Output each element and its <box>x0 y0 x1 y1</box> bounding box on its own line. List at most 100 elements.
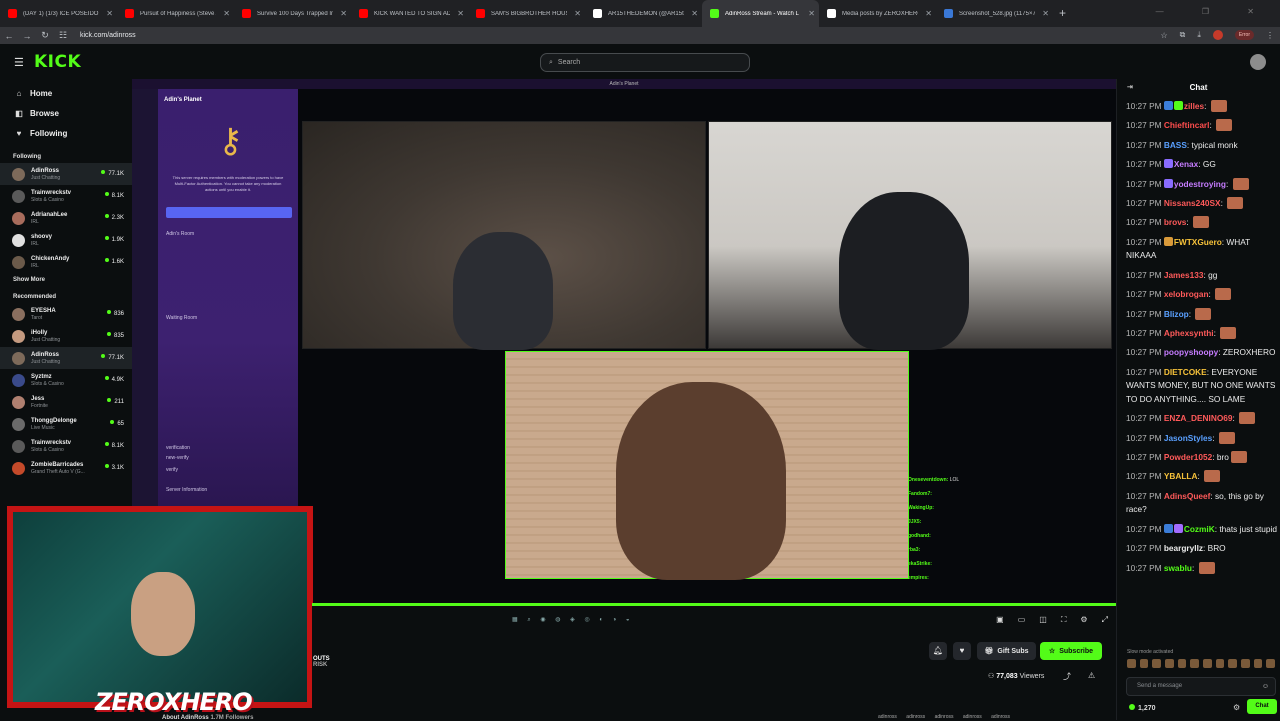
emote[interactable] <box>1228 659 1238 668</box>
tab-close-icon[interactable]: ✕ <box>106 9 113 18</box>
chat-username[interactable]: James133 <box>1164 270 1204 280</box>
follow-button[interactable]: ♥ <box>953 642 971 660</box>
tab-close-icon[interactable]: ✕ <box>808 9 815 18</box>
emote[interactable] <box>1203 659 1212 668</box>
sidebar-channel[interactable]: EYESHA Tarot 836 <box>0 303 132 325</box>
sidebar-nav-following[interactable]: ♥ Following <box>0 123 132 143</box>
tab-close-icon[interactable]: ✕ <box>691 9 698 18</box>
pip-icon[interactable]: ◫ <box>1039 615 1047 625</box>
emote[interactable] <box>1177 659 1187 668</box>
chat-username[interactable]: Powder1052 <box>1164 452 1212 462</box>
extensions-icon[interactable]: ⧉ <box>1180 30 1186 40</box>
social-links[interactable]: adinross adinross adinross adinross adin… <box>878 714 1010 720</box>
error-badge[interactable]: Error <box>1234 30 1254 40</box>
user-avatar[interactable] <box>1250 54 1266 70</box>
notifications-button[interactable]: 🔔︎ <box>929 642 947 660</box>
chat-settings-icon[interactable]: ⚙ <box>1233 703 1240 712</box>
emote[interactable] <box>1152 659 1162 668</box>
sidebar-channel[interactable]: Jess Fortnite 211 <box>0 391 132 413</box>
menu-icon[interactable]: ⋮ <box>1266 31 1274 40</box>
new-tab-icon[interactable]: + <box>1059 0 1066 27</box>
back-icon[interactable]: ← <box>0 31 18 41</box>
report-icon[interactable]: ⚠ <box>1088 671 1095 680</box>
chat-username[interactable]: yodestroying <box>1174 179 1226 189</box>
chat-username[interactable]: beargryllz <box>1164 543 1203 553</box>
url-field[interactable]: kick.com/adinross <box>80 32 136 39</box>
sidebar-channel[interactable]: Syztmz Slots & Casino 4.9K <box>0 369 132 391</box>
sidebar-channel[interactable]: Trainwreckstv Slots & Casino 8.1K <box>0 185 132 207</box>
sidebar-channel[interactable]: Trainwreckstv Slots & Casino 8.1K <box>0 435 132 457</box>
chat-username[interactable]: BASS <box>1164 140 1187 150</box>
chat-username[interactable]: Nissans240SX <box>1164 198 1221 208</box>
sidebar-channel[interactable]: ChickenAndy IRL 1.6K <box>0 251 132 273</box>
sidebar-channel[interactable]: AdinRoss Just Chatting 77.1K <box>0 163 132 185</box>
browser-tab[interactable]: SAM'S BIGBROTHER HOUSE & ✕ <box>468 0 585 27</box>
emote-bar[interactable] <box>1127 659 1276 669</box>
chat-send-button[interactable]: Chat <box>1247 699 1277 714</box>
chat-username[interactable]: xelobrogan <box>1164 289 1209 299</box>
site-info-icon[interactable]: ☷ <box>54 30 72 41</box>
tab-close-icon[interactable]: ✕ <box>457 9 464 18</box>
profile-avatar[interactable] <box>1212 30 1223 40</box>
chat-username[interactable]: Chieftincarl <box>1164 120 1210 130</box>
browser-tab[interactable]: Screenshot_528.jpg (1175×707) ✕ <box>936 0 1053 27</box>
chat-username[interactable]: zilles <box>1184 101 1204 111</box>
emote[interactable] <box>1165 659 1174 668</box>
sidebar-channel[interactable]: AdrianahLee IRL 2.3K <box>0 207 132 229</box>
sidebar-nav-browse[interactable]: ◧ Browse <box>0 103 132 123</box>
subscribe-button[interactable]: ☆ Subscribe <box>1040 642 1102 660</box>
collapse-chat-icon[interactable]: ⇥ <box>1127 79 1133 97</box>
search-input[interactable]: ⌕ Search <box>540 53 750 72</box>
emote[interactable] <box>1215 659 1225 668</box>
sidebar-channel[interactable]: ThonggDelonge Live Music 65 <box>0 413 132 435</box>
kick-logo[interactable]: KICK <box>34 52 81 72</box>
settings-gear-icon[interactable]: ⚙ <box>1080 615 1087 625</box>
bookmark-star-icon[interactable]: ☆ <box>1160 31 1167 40</box>
tab-close-icon[interactable]: ✕ <box>1042 9 1049 18</box>
browser-tab[interactable]: KICK WANTED TO SIGN ADIN ✕ <box>351 0 468 27</box>
theater-mode-icon[interactable]: ▭ <box>1018 615 1026 625</box>
chat-username[interactable]: AdinsQueef <box>1164 491 1211 501</box>
sidebar-channel[interactable]: shoovy IRL 1.9K <box>0 229 132 251</box>
gift-subs-button[interactable]: 🎁︎ Gift Subs <box>977 642 1036 660</box>
downloads-icon[interactable]: ⤓ <box>1197 30 1201 40</box>
browser-tab[interactable]: Media posts by ZEROXHERO (@ ✕ <box>819 0 936 27</box>
emote[interactable] <box>1241 659 1250 668</box>
browser-tab[interactable]: AR15THEDEMON (@AR15the ✕ <box>585 0 702 27</box>
tab-close-icon[interactable]: ✕ <box>223 9 230 18</box>
sidebar-channel[interactable]: iHolly Just Chatting 835 <box>0 325 132 347</box>
browser-tab[interactable]: Survive 100 Days Trapped In A ✕ <box>234 0 351 27</box>
chat-username[interactable]: swablu <box>1164 563 1192 573</box>
chat-username[interactable]: brovs <box>1164 217 1187 227</box>
share-icon[interactable]: ⤴ <box>1063 671 1071 682</box>
show-more-link[interactable]: Show More <box>0 277 132 283</box>
emote[interactable] <box>1139 659 1149 668</box>
channel-points[interactable]: 1,270 <box>1129 704 1156 712</box>
chat-username[interactable]: CozmiK <box>1184 524 1215 534</box>
expand-icon[interactable]: ⤢ <box>1102 615 1108 625</box>
chat-username[interactable]: JasonStyles <box>1164 433 1212 443</box>
clip-icon[interactable]: ▣ <box>996 615 1004 625</box>
sidebar-channel[interactable]: AdinRoss Just Chatting 77.1K <box>0 347 132 369</box>
hamburger-menu-icon[interactable]: ☰ <box>14 56 24 69</box>
emote[interactable] <box>1266 659 1276 668</box>
reload-icon[interactable]: ↻ <box>36 30 54 41</box>
browser-tab[interactable]: (DAY 1) (1/3) ICE POSEIDON'S ✕ <box>0 0 117 27</box>
chat-input[interactable]: Send a message ☺ <box>1126 677 1276 696</box>
sidebar-nav-home[interactable]: ⌂ Home <box>0 83 132 103</box>
browser-tab[interactable]: AdinRoss Stream - Watch L ✕ <box>702 0 819 27</box>
fullscreen-icon[interactable]: ⛶ <box>1061 615 1067 625</box>
chat-username[interactable]: ENZA_DENINO69 <box>1164 413 1233 423</box>
chat-username[interactable]: YBALLA <box>1164 471 1198 481</box>
tab-close-icon[interactable]: ✕ <box>574 9 581 18</box>
emote[interactable] <box>1190 659 1200 668</box>
tab-close-icon[interactable]: ✕ <box>925 9 932 18</box>
chat-username[interactable]: Blizop <box>1164 309 1189 319</box>
browser-tab[interactable]: Pursuit of Happiness (Steve Ao ✕ <box>117 0 234 27</box>
sidebar-channel[interactable]: ZombieBarricades Grand Theft Auto V (G...… <box>0 457 132 479</box>
emote[interactable] <box>1127 659 1136 668</box>
window-controls[interactable]: — ❐ ✕ <box>1156 7 1272 16</box>
chat-username[interactable]: Xenax <box>1174 159 1198 169</box>
emoji-picker-icon[interactable]: ☺ <box>1262 678 1269 695</box>
chat-username[interactable]: Aphexsynthi <box>1164 328 1214 338</box>
